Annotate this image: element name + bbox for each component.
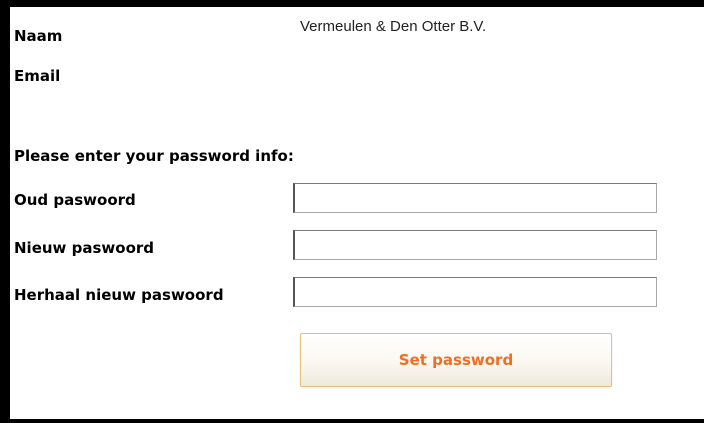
old-password-label: Oud paswoord (14, 191, 136, 209)
password-form-heading: Please enter your password info: (14, 147, 294, 165)
account-panel: Naam Vermeulen & Den Otter B.V. Email Pl… (10, 7, 704, 419)
old-password-field[interactable] (293, 183, 657, 213)
name-label: Naam (14, 27, 63, 45)
new-password-field[interactable] (293, 230, 657, 260)
email-label: Email (14, 67, 61, 85)
repeat-password-label: Herhaal nieuw paswoord (14, 286, 224, 304)
new-password-label: Nieuw paswoord (14, 239, 155, 257)
name-value: Vermeulen & Den Otter B.V. (300, 18, 487, 35)
repeat-password-field[interactable] (293, 277, 657, 307)
set-password-button[interactable]: Set password (300, 333, 612, 387)
